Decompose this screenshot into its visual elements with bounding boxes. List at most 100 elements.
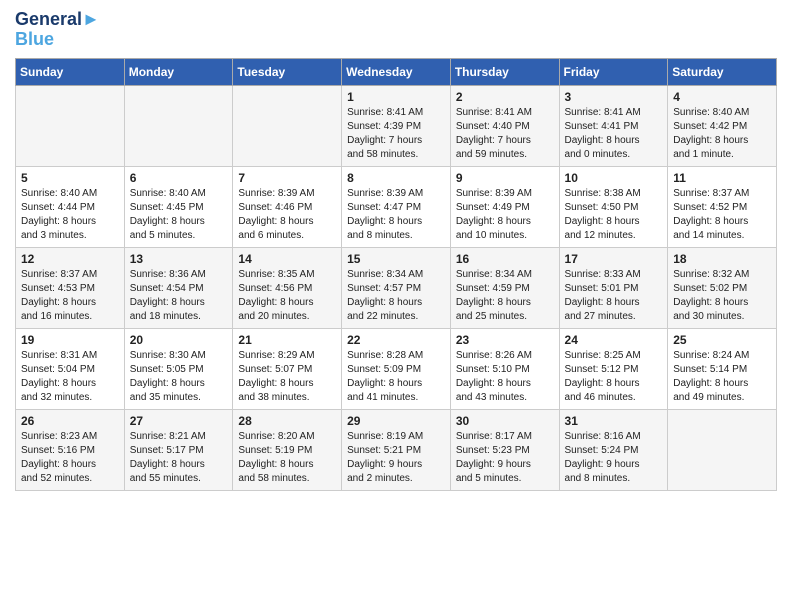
calendar-day-cell: 27Sunrise: 8:21 AMSunset: 5:17 PMDayligh… (124, 409, 233, 490)
day-info: Sunrise: 8:36 AM (130, 268, 228, 282)
calendar-day-cell: 3Sunrise: 8:41 AMSunset: 4:41 PMDaylight… (559, 85, 668, 166)
calendar-day-cell: 5Sunrise: 8:40 AMSunset: 4:44 PMDaylight… (16, 166, 125, 247)
day-info: and 59 minutes. (456, 148, 554, 162)
day-info: Daylight: 8 hours (456, 296, 554, 310)
day-info: Daylight: 8 hours (347, 377, 445, 391)
day-info: Sunset: 5:19 PM (238, 444, 336, 458)
day-number: 22 (347, 333, 445, 347)
day-info: Sunset: 5:10 PM (456, 363, 554, 377)
day-info: Sunset: 4:47 PM (347, 201, 445, 215)
calendar-day-cell: 1Sunrise: 8:41 AMSunset: 4:39 PMDaylight… (342, 85, 451, 166)
day-info: Sunset: 5:21 PM (347, 444, 445, 458)
day-info: Sunrise: 8:24 AM (673, 349, 771, 363)
day-info: and 20 minutes. (238, 310, 336, 324)
day-info: Daylight: 8 hours (673, 215, 771, 229)
day-info: Sunrise: 8:37 AM (21, 268, 119, 282)
day-info: Daylight: 9 hours (456, 458, 554, 472)
day-info: Sunset: 4:59 PM (456, 282, 554, 296)
day-info: Daylight: 8 hours (673, 134, 771, 148)
day-info: Daylight: 8 hours (21, 215, 119, 229)
day-info: Sunset: 4:52 PM (673, 201, 771, 215)
day-info: and 32 minutes. (21, 391, 119, 405)
day-number: 27 (130, 414, 228, 428)
day-info: Sunrise: 8:37 AM (673, 187, 771, 201)
day-info: Daylight: 8 hours (673, 377, 771, 391)
day-number: 5 (21, 171, 119, 185)
day-info: Sunrise: 8:34 AM (347, 268, 445, 282)
day-info: Sunset: 5:16 PM (21, 444, 119, 458)
day-info: Sunset: 4:46 PM (238, 201, 336, 215)
day-number: 21 (238, 333, 336, 347)
calendar-empty-cell (124, 85, 233, 166)
weekday-header: Wednesday (342, 58, 451, 85)
weekday-header: Monday (124, 58, 233, 85)
day-info: Daylight: 8 hours (565, 296, 663, 310)
day-info: Sunset: 5:07 PM (238, 363, 336, 377)
calendar-day-cell: 12Sunrise: 8:37 AMSunset: 4:53 PMDayligh… (16, 247, 125, 328)
day-info: Sunset: 5:02 PM (673, 282, 771, 296)
day-info: Daylight: 8 hours (347, 296, 445, 310)
day-info: and 14 minutes. (673, 229, 771, 243)
page-header: General► Blue (15, 10, 777, 50)
day-info: Sunset: 5:14 PM (673, 363, 771, 377)
day-info: Sunrise: 8:39 AM (347, 187, 445, 201)
day-info: and 8 minutes. (565, 472, 663, 486)
day-info: Sunset: 4:45 PM (130, 201, 228, 215)
calendar-week-row: 1 Sunrise: 8:41 AM Sunset: 4:39 PM Daylight… (16, 85, 777, 166)
day-number: 29 (347, 414, 445, 428)
calendar-day-cell: 14Sunrise: 8:35 AMSunset: 4:56 PMDayligh… (233, 247, 342, 328)
day-info: and 30 minutes. (673, 310, 771, 324)
calendar-day-cell: 8Sunrise: 8:39 AMSunset: 4:47 PMDaylight… (342, 166, 451, 247)
calendar-empty-cell (668, 409, 777, 490)
day-number: 20 (130, 333, 228, 347)
day-info: and 58 minutes. (238, 472, 336, 486)
day-info: Sunset: 4:44 PM (21, 201, 119, 215)
day-info: Sunrise: 8:26 AM (456, 349, 554, 363)
day-info: Sunset: 5:17 PM (130, 444, 228, 458)
day-info: Sunrise: 8:16 AM (565, 430, 663, 444)
day-number: 4 (673, 90, 771, 104)
day-info: Sunset: 4:50 PM (565, 201, 663, 215)
day-number: 28 (238, 414, 336, 428)
day-info: Sunrise: 8:41 AM (456, 106, 554, 120)
day-number: 24 (565, 333, 663, 347)
calendar-table: SundayMondayTuesdayWednesdayThursdayFrid… (15, 58, 777, 491)
calendar-day-cell: 25Sunrise: 8:24 AMSunset: 5:14 PMDayligh… (668, 328, 777, 409)
day-info: and 18 minutes. (130, 310, 228, 324)
day-info: Sunset: 4:54 PM (130, 282, 228, 296)
calendar-day-cell: 22Sunrise: 8:28 AMSunset: 5:09 PMDayligh… (342, 328, 451, 409)
day-info: and 49 minutes. (673, 391, 771, 405)
calendar-day-cell: 6Sunrise: 8:40 AMSunset: 4:45 PMDaylight… (124, 166, 233, 247)
day-number: 30 (456, 414, 554, 428)
day-info: Sunset: 4:39 PM (347, 120, 445, 134)
day-info: and 35 minutes. (130, 391, 228, 405)
day-info: Daylight: 8 hours (130, 296, 228, 310)
day-info: Sunrise: 8:25 AM (565, 349, 663, 363)
day-number: 3 (565, 90, 663, 104)
day-info: and 5 minutes. (130, 229, 228, 243)
day-number: 2 (456, 90, 554, 104)
logo: General► Blue (15, 10, 100, 50)
day-number: 1 (347, 90, 445, 104)
day-number: 23 (456, 333, 554, 347)
day-number: 6 (130, 171, 228, 185)
logo-text: General► (15, 10, 100, 30)
calendar-empty-cell (16, 85, 125, 166)
day-info: Sunset: 4:42 PM (673, 120, 771, 134)
day-number: 26 (21, 414, 119, 428)
day-info: and 41 minutes. (347, 391, 445, 405)
day-info: and 38 minutes. (238, 391, 336, 405)
day-info: Sunrise: 8:28 AM (347, 349, 445, 363)
day-info: and 58 minutes. (347, 148, 445, 162)
day-info: Sunrise: 8:21 AM (130, 430, 228, 444)
day-info: and 0 minutes. (565, 148, 663, 162)
day-info: Sunrise: 8:19 AM (347, 430, 445, 444)
day-info: Sunset: 4:57 PM (347, 282, 445, 296)
day-number: 8 (347, 171, 445, 185)
day-info: and 12 minutes. (565, 229, 663, 243)
day-info: Daylight: 7 hours (456, 134, 554, 148)
day-info: Daylight: 8 hours (238, 377, 336, 391)
day-info: Sunrise: 8:30 AM (130, 349, 228, 363)
day-info: Sunset: 5:01 PM (565, 282, 663, 296)
day-number: 14 (238, 252, 336, 266)
